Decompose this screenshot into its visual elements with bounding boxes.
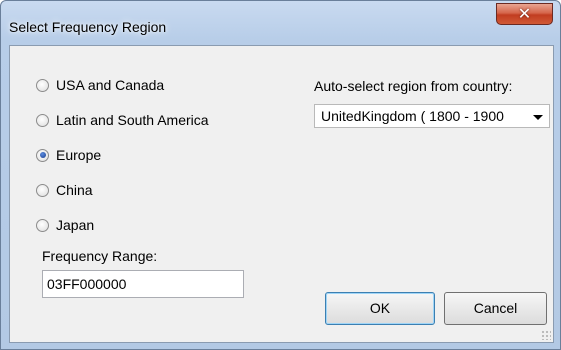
dialog-window: Select Frequency Region ✕ USA and Canada… — [0, 0, 561, 350]
frequency-range-label: Frequency Range: — [42, 248, 158, 264]
radio-label: China — [56, 182, 93, 198]
title-bar[interactable]: Select Frequency Region ✕ — [1, 1, 560, 45]
radio-label: Europe — [56, 147, 102, 163]
frequency-range-input[interactable]: 03FF000000 — [42, 270, 244, 298]
ok-button[interactable]: OK — [325, 292, 435, 325]
radio-label: Japan — [56, 217, 95, 233]
radio-japan[interactable]: Japan — [36, 215, 94, 235]
country-select-dropdown[interactable]: UnitedKingdom ( 1800 - 1900 — [314, 104, 550, 128]
cancel-button[interactable]: Cancel — [444, 292, 547, 325]
radio-label: Latin and South America — [56, 112, 209, 128]
radio-button[interactable] — [36, 78, 49, 92]
radio-button[interactable] — [36, 218, 49, 232]
radio-europe[interactable]: Europe — [36, 145, 101, 165]
country-select-value: UnitedKingdom ( 1800 - 1900 — [321, 108, 504, 124]
close-button[interactable]: ✕ — [496, 3, 553, 25]
radio-button[interactable] — [36, 183, 49, 197]
radio-button-selected[interactable] — [36, 148, 49, 162]
radio-label: USA and Canada — [56, 77, 165, 93]
close-icon: ✕ — [517, 4, 532, 23]
radio-usa-canada[interactable]: USA and Canada — [36, 75, 164, 95]
resize-grip-icon[interactable] — [541, 330, 551, 340]
radio-china[interactable]: China — [36, 180, 93, 200]
dialog-client-area: USA and Canada Latin and South America E… — [9, 45, 554, 343]
radio-button[interactable] — [36, 113, 49, 127]
auto-select-label: Auto-select region from country: — [314, 78, 513, 94]
window-title: Select Frequency Region — [9, 19, 167, 35]
radio-latin-south-america[interactable]: Latin and South America — [36, 110, 209, 130]
chevron-down-icon[interactable] — [533, 115, 543, 120]
